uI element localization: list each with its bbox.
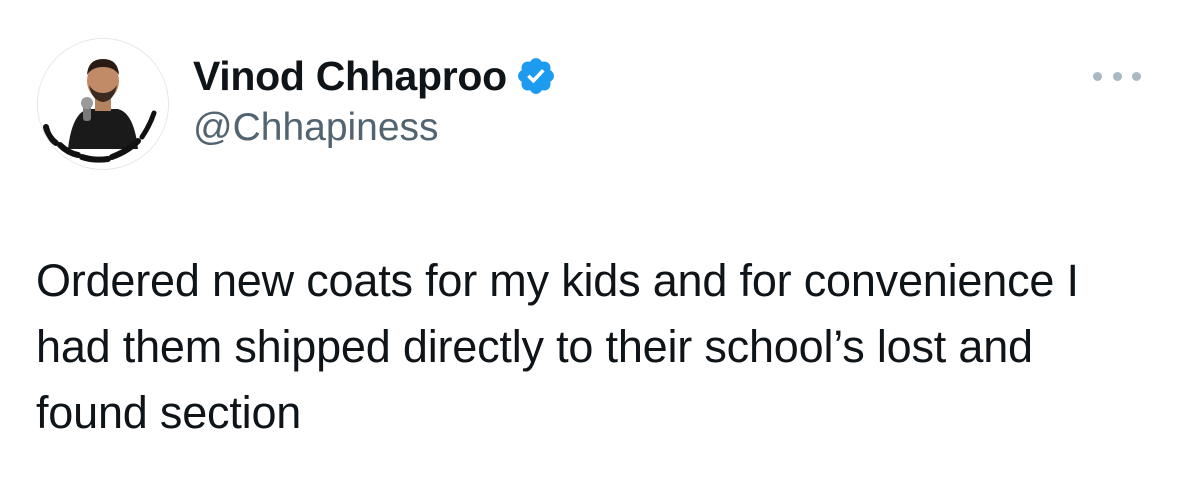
avatar-image xyxy=(38,39,168,169)
more-dot xyxy=(1093,71,1102,81)
avatar[interactable] xyxy=(37,38,169,170)
verified-badge-icon xyxy=(515,55,557,97)
author-handle[interactable]: @Chhapiness xyxy=(193,106,439,150)
more-options-icon[interactable] xyxy=(1093,64,1141,88)
author-name-row: Vinod Chhaproo xyxy=(193,48,557,104)
tweet-card: Vinod Chhaproo @Chhapiness Ordered new c… xyxy=(0,0,1179,500)
tweet-text: Ordered new coats for my kids and for co… xyxy=(36,255,1079,438)
author-display-name[interactable]: Vinod Chhaproo xyxy=(193,53,507,100)
more-dot xyxy=(1112,71,1122,81)
more-dot xyxy=(1132,71,1141,81)
